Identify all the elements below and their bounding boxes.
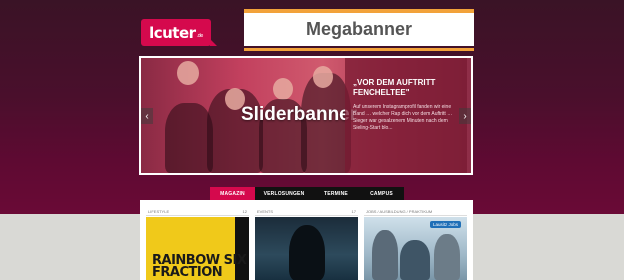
band-member-head bbox=[313, 66, 333, 88]
slider-next-arrow[interactable]: › bbox=[459, 108, 471, 124]
slider-label: Sliderbanner bbox=[241, 104, 358, 125]
megabanner-ad[interactable]: Megabanner bbox=[244, 9, 474, 51]
caption-title: „VOR DEM AUFTRITT FENCHELTEE" bbox=[353, 78, 436, 97]
card-header: LIFESTYLE 12 bbox=[146, 207, 249, 216]
card-image: Lausitz Jobs bbox=[364, 217, 467, 280]
card-image bbox=[255, 217, 358, 280]
logo-text: lcuter bbox=[149, 23, 196, 42]
card-category: EVENTS bbox=[257, 208, 274, 214]
band-member-head bbox=[177, 61, 199, 85]
card-header: JOBS / AUSBILDUNG / PRAKTIKUM bbox=[364, 207, 467, 216]
content-area: LIFESTYLE 12 RAINBOW SIX FRACTION EVENTS… bbox=[140, 200, 473, 280]
card-image: RAINBOW SIX FRACTION bbox=[146, 217, 249, 280]
logo-suffix: .de bbox=[196, 32, 204, 39]
hooded-figure bbox=[289, 225, 325, 280]
article-card[interactable]: EVENTS 17 bbox=[255, 207, 358, 280]
jobs-logo: Lausitz Jobs bbox=[429, 221, 461, 228]
main-navigation: MAGAZIN VERLOSUNGEN TERMINE CAMPUS bbox=[210, 187, 404, 200]
megabanner-label: Megabanner bbox=[305, 19, 413, 39]
chevron-left-icon: ‹ bbox=[145, 110, 149, 122]
comment-count: 17 bbox=[351, 208, 356, 214]
person-figure bbox=[400, 240, 430, 280]
tab-termine[interactable]: TERMINE bbox=[313, 187, 359, 200]
card-header: EVENTS 17 bbox=[255, 207, 358, 216]
tab-campus[interactable]: CAMPUS bbox=[359, 187, 404, 200]
band-member-figure bbox=[165, 103, 213, 173]
card-category: LIFESTYLE bbox=[148, 208, 170, 214]
comment-count: 12 bbox=[242, 208, 247, 214]
caption-text: Auf unserem Instagramprofil fanden wir e… bbox=[353, 104, 453, 131]
tab-magazin[interactable]: MAGAZIN bbox=[210, 187, 255, 200]
person-figure bbox=[434, 234, 460, 280]
chevron-right-icon: › bbox=[463, 110, 467, 122]
person-figure bbox=[372, 230, 398, 280]
tab-verlosungen[interactable]: VERLOSUNGEN bbox=[255, 187, 313, 200]
slider-prev-arrow[interactable]: ‹ bbox=[141, 108, 153, 124]
slider-caption[interactable]: „VOR DEM AUFTRITT FENCHELTEE" Auf unsere… bbox=[345, 58, 467, 173]
band-member-head bbox=[273, 78, 293, 100]
slider-image: Sliderbanner „VOR DEM AUFTRITT FENCHELTE… bbox=[141, 58, 471, 173]
site-header: lcuter .de Megabanner bbox=[138, 0, 474, 51]
slider-banner[interactable]: Sliderbanner „VOR DEM AUFTRITT FENCHELTE… bbox=[139, 56, 473, 175]
card-category: JOBS / AUSBILDUNG / PRAKTIKUM bbox=[366, 208, 433, 214]
image-text: RAINBOW SIX FRACTION bbox=[152, 253, 247, 280]
article-card[interactable]: JOBS / AUSBILDUNG / PRAKTIKUM Lausitz Jo… bbox=[364, 207, 467, 280]
site-logo[interactable]: lcuter .de bbox=[141, 19, 217, 46]
article-card[interactable]: LIFESTYLE 12 RAINBOW SIX FRACTION bbox=[146, 207, 249, 280]
